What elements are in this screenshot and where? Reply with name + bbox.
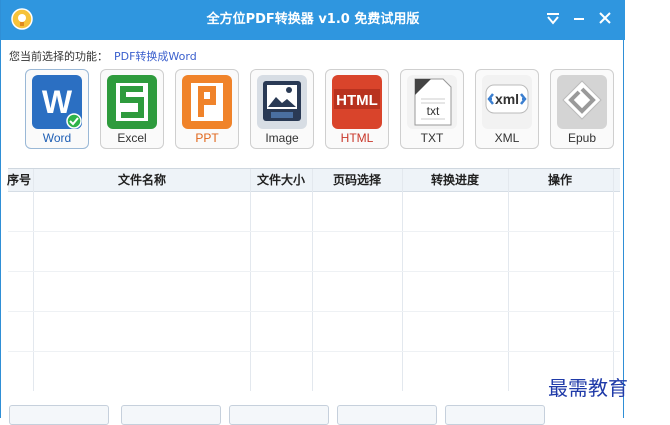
current-function: 您当前选择的功能： PDF转换成Word: [9, 48, 197, 64]
bottom-toolbar-button[interactable]: [445, 405, 545, 425]
format-html-button[interactable]: HTML HTML: [325, 69, 389, 149]
title-bar[interactable]: 全方位PDF转换器 v1.0 免费试用版: [1, 0, 625, 40]
current-function-value: PDF转换成Word: [114, 50, 197, 63]
table-divider: [402, 169, 403, 391]
ppt-icon: [182, 75, 232, 129]
table-row-line: [8, 351, 620, 352]
column-header-filesize[interactable]: 文件大小: [250, 169, 312, 191]
app-window: 全方位PDF转换器 v1.0 免费试用版 您当前选择的功能： PDF转换成Word…: [0, 0, 625, 425]
close-icon[interactable]: [595, 8, 615, 28]
current-function-label: 您当前选择的功能：: [9, 50, 108, 63]
format-txt-button[interactable]: txt TXT: [400, 69, 464, 149]
table-row-line: [8, 311, 620, 312]
watermark-text: 最需教育: [548, 376, 628, 400]
table-divider: [613, 169, 614, 391]
html-icon: HTML: [332, 75, 382, 129]
svg-text:xml: xml: [495, 91, 519, 107]
word-icon: W: [32, 75, 82, 129]
format-label-xml: XML: [494, 131, 520, 145]
bottom-toolbar-button[interactable]: [337, 405, 437, 425]
format-epub-button[interactable]: Epub: [550, 69, 614, 149]
format-label-html: HTML: [340, 131, 374, 145]
table-divider: [250, 169, 251, 391]
bottom-toolbar-button[interactable]: [9, 405, 109, 425]
format-label-epub: Epub: [567, 131, 597, 145]
column-header-progress[interactable]: 转换进度: [402, 169, 508, 191]
minimize-icon[interactable]: [569, 8, 589, 28]
table-divider: [508, 169, 509, 391]
format-image-button[interactable]: Image: [250, 69, 314, 149]
bottom-toolbar-button[interactable]: [121, 405, 221, 425]
svg-text:W: W: [42, 84, 73, 120]
column-header-pages[interactable]: 页码选择: [312, 169, 402, 191]
menu-dropdown-icon[interactable]: [543, 8, 563, 28]
table-row-line: [8, 231, 620, 232]
table-divider: [312, 169, 313, 391]
excel-icon: [107, 75, 157, 129]
column-header-actions[interactable]: 操作: [508, 169, 612, 191]
format-ppt-button[interactable]: PPT: [175, 69, 239, 149]
format-label-image: Image: [265, 131, 299, 145]
table-header: 序号 文件名称 文件大小 页码选择 转换进度 操作: [7, 169, 620, 192]
epub-icon: [557, 75, 607, 129]
format-label-txt: TXT: [420, 131, 444, 145]
format-label-word: Word: [42, 131, 72, 145]
bottom-toolbar-button[interactable]: [229, 405, 329, 425]
format-excel-button[interactable]: Excel: [100, 69, 164, 149]
table-divider: [33, 169, 34, 391]
file-table[interactable]: 序号 文件名称 文件大小 页码选择 转换进度 操作: [7, 168, 620, 391]
svg-text:HTML: HTML: [336, 92, 378, 109]
svg-text:txt: txt: [427, 104, 440, 118]
column-header-index[interactable]: 序号: [4, 169, 34, 191]
format-label-excel: Excel: [117, 131, 147, 145]
window-title: 全方位PDF转换器 v1.0 免费试用版: [206, 12, 420, 27]
format-label-ppt: PPT: [195, 131, 219, 145]
format-xml-button[interactable]: xml XML: [475, 69, 539, 149]
xml-icon: xml: [482, 75, 532, 129]
format-selector: W Word Excel PPT Image HTML HTML txt TXT…: [25, 69, 615, 149]
image-icon: [257, 75, 307, 129]
column-header-filename[interactable]: 文件名称: [34, 169, 250, 191]
table-row-line: [8, 271, 620, 272]
txt-icon: txt: [407, 75, 457, 129]
format-word-button[interactable]: W Word: [25, 69, 89, 149]
